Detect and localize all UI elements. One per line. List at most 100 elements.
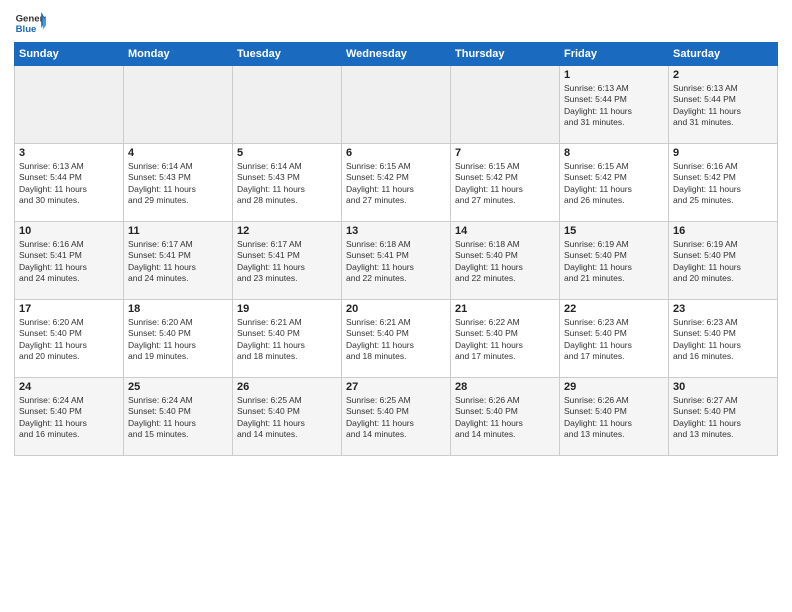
day-number: 7	[455, 147, 555, 159]
day-number: 15	[564, 225, 664, 237]
day-number: 11	[128, 225, 228, 237]
calendar-cell: 13 Sunrise: 6:18 AMSunset: 5:41 PMDayligh…	[342, 222, 451, 300]
day-number: 1	[564, 69, 664, 81]
day-info: Sunrise: 6:26 AMSunset: 5:40 PMDaylight:…	[455, 395, 555, 441]
day-number: 17	[19, 303, 119, 315]
calendar-cell: 28 Sunrise: 6:26 AMSunset: 5:40 PMDayligh…	[451, 378, 560, 456]
calendar-week-4: 17 Sunrise: 6:20 AMSunset: 5:40 PMDayligh…	[15, 300, 778, 378]
day-number: 24	[19, 381, 119, 393]
day-number: 27	[346, 381, 446, 393]
day-header-friday: Friday	[560, 43, 669, 66]
calendar-header: SundayMondayTuesdayWednesdayThursdayFrid…	[15, 43, 778, 66]
day-info: Sunrise: 6:25 AMSunset: 5:40 PMDaylight:…	[346, 395, 446, 441]
calendar-cell: 19 Sunrise: 6:21 AMSunset: 5:40 PMDayligh…	[233, 300, 342, 378]
day-number: 25	[128, 381, 228, 393]
calendar-cell: 30 Sunrise: 6:27 AMSunset: 5:40 PMDayligh…	[669, 378, 778, 456]
calendar-cell: 17 Sunrise: 6:20 AMSunset: 5:40 PMDayligh…	[15, 300, 124, 378]
day-number: 29	[564, 381, 664, 393]
day-header-tuesday: Tuesday	[233, 43, 342, 66]
calendar-cell: 2 Sunrise: 6:13 AMSunset: 5:44 PMDaylight…	[669, 66, 778, 144]
calendar-cell: 26 Sunrise: 6:25 AMSunset: 5:40 PMDayligh…	[233, 378, 342, 456]
calendar-cell: 12Sunrise: 6:17 AMSunset: 5:41 PMDayligh…	[233, 222, 342, 300]
day-info: Sunrise: 6:20 AMSunset: 5:40 PMDaylight:…	[19, 317, 119, 363]
day-info: Sunrise: 6:15 AMSunset: 5:42 PMDaylight:…	[564, 161, 664, 207]
day-info: Sunrise: 6:19 AMSunset: 5:40 PMDaylight:…	[673, 239, 773, 285]
calendar-cell: 18 Sunrise: 6:20 AMSunset: 5:40 PMDayligh…	[124, 300, 233, 378]
day-number: 5	[237, 147, 337, 159]
day-info: Sunrise: 6:19 AMSunset: 5:40 PMDaylight:…	[564, 239, 664, 285]
calendar-cell: 24 Sunrise: 6:24 AMSunset: 5:40 PMDayligh…	[15, 378, 124, 456]
day-info: Sunrise: 6:18 AMSunset: 5:40 PMDaylight:…	[455, 239, 555, 285]
calendar-cell: 25 Sunrise: 6:24 AMSunset: 5:40 PMDayligh…	[124, 378, 233, 456]
day-number: 12	[237, 225, 337, 237]
day-number: 14	[455, 225, 555, 237]
day-info: Sunrise: 6:16 AMSunset: 5:42 PMDaylight:…	[673, 161, 773, 207]
day-info: Sunrise: 6:24 AMSunset: 5:40 PMDaylight:…	[128, 395, 228, 441]
day-info: Sunrise: 6:23 AMSunset: 5:40 PMDaylight:…	[673, 317, 773, 363]
calendar-cell	[15, 66, 124, 144]
calendar-week-2: 3 Sunrise: 6:13 AMSunset: 5:44 PMDaylight…	[15, 144, 778, 222]
day-info: Sunrise: 6:26 AMSunset: 5:40 PMDaylight:…	[564, 395, 664, 441]
day-number: 28	[455, 381, 555, 393]
day-info: Sunrise: 6:17 AMSunset: 5:41 PMDaylight:…	[128, 239, 228, 285]
day-info: Sunrise: 6:21 AMSunset: 5:40 PMDaylight:…	[237, 317, 337, 363]
calendar-cell	[342, 66, 451, 144]
day-info: Sunrise: 6:25 AMSunset: 5:40 PMDaylight:…	[237, 395, 337, 441]
calendar-cell: 10 Sunrise: 6:16 AMSunset: 5:41 PMDayligh…	[15, 222, 124, 300]
day-number: 13	[346, 225, 446, 237]
day-number: 26	[237, 381, 337, 393]
calendar-cell: 9 Sunrise: 6:16 AMSunset: 5:42 PMDaylight…	[669, 144, 778, 222]
day-number: 3	[19, 147, 119, 159]
day-number: 6	[346, 147, 446, 159]
calendar-week-5: 24 Sunrise: 6:24 AMSunset: 5:40 PMDayligh…	[15, 378, 778, 456]
day-number: 19	[237, 303, 337, 315]
calendar-cell: 15 Sunrise: 6:19 AMSunset: 5:40 PMDayligh…	[560, 222, 669, 300]
calendar-week-3: 10 Sunrise: 6:16 AMSunset: 5:41 PMDayligh…	[15, 222, 778, 300]
day-info: Sunrise: 6:16 AMSunset: 5:41 PMDaylight:…	[19, 239, 119, 285]
day-number: 10	[19, 225, 119, 237]
header: General Blue	[14, 10, 778, 38]
header-row: SundayMondayTuesdayWednesdayThursdayFrid…	[15, 43, 778, 66]
day-number: 30	[673, 381, 773, 393]
day-number: 20	[346, 303, 446, 315]
calendar-cell: 6 Sunrise: 6:15 AMSunset: 5:42 PMDaylight…	[342, 144, 451, 222]
calendar-cell: 4Sunrise: 6:14 AMSunset: 5:43 PMDaylight…	[124, 144, 233, 222]
day-info: Sunrise: 6:13 AMSunset: 5:44 PMDaylight:…	[673, 83, 773, 129]
svg-text:Blue: Blue	[16, 24, 37, 35]
calendar-cell: 16 Sunrise: 6:19 AMSunset: 5:40 PMDayligh…	[669, 222, 778, 300]
calendar-cell: 14 Sunrise: 6:18 AMSunset: 5:40 PMDayligh…	[451, 222, 560, 300]
calendar-body: 1 Sunrise: 6:13 AMSunset: 5:44 PMDaylight…	[15, 66, 778, 456]
calendar-cell: 20 Sunrise: 6:21 AMSunset: 5:40 PMDayligh…	[342, 300, 451, 378]
calendar-cell: 27 Sunrise: 6:25 AMSunset: 5:40 PMDayligh…	[342, 378, 451, 456]
day-info: Sunrise: 6:15 AMSunset: 5:42 PMDaylight:…	[346, 161, 446, 207]
day-info: Sunrise: 6:21 AMSunset: 5:40 PMDaylight:…	[346, 317, 446, 363]
day-header-saturday: Saturday	[669, 43, 778, 66]
calendar-cell: 29 Sunrise: 6:26 AMSunset: 5:40 PMDayligh…	[560, 378, 669, 456]
calendar-cell: 7Sunrise: 6:15 AMSunset: 5:42 PMDaylight…	[451, 144, 560, 222]
day-number: 16	[673, 225, 773, 237]
calendar-table: SundayMondayTuesdayWednesdayThursdayFrid…	[14, 42, 778, 456]
calendar-cell	[451, 66, 560, 144]
day-header-wednesday: Wednesday	[342, 43, 451, 66]
day-info: Sunrise: 6:27 AMSunset: 5:40 PMDaylight:…	[673, 395, 773, 441]
day-info: Sunrise: 6:24 AMSunset: 5:40 PMDaylight:…	[19, 395, 119, 441]
calendar-cell	[124, 66, 233, 144]
logo: General Blue	[14, 10, 50, 38]
calendar-cell: 11 Sunrise: 6:17 AMSunset: 5:41 PMDayligh…	[124, 222, 233, 300]
day-info: Sunrise: 6:13 AMSunset: 5:44 PMDaylight:…	[19, 161, 119, 207]
calendar-cell: 1Sunrise: 6:13 AMSunset: 5:44 PMDaylight…	[560, 66, 669, 144]
day-info: Sunrise: 6:14 AMSunset: 5:43 PMDaylight:…	[237, 161, 337, 207]
day-number: 8	[564, 147, 664, 159]
day-number: 18	[128, 303, 228, 315]
day-info: Sunrise: 6:22 AMSunset: 5:40 PMDaylight:…	[455, 317, 555, 363]
logo-icon: General Blue	[14, 10, 46, 38]
day-info: Sunrise: 6:20 AMSunset: 5:40 PMDaylight:…	[128, 317, 228, 363]
day-info: Sunrise: 6:18 AMSunset: 5:41 PMDaylight:…	[346, 239, 446, 285]
calendar-week-1: 1 Sunrise: 6:13 AMSunset: 5:44 PMDaylight…	[15, 66, 778, 144]
calendar-cell: 8 Sunrise: 6:15 AMSunset: 5:42 PMDaylight…	[560, 144, 669, 222]
day-number: 2	[673, 69, 773, 81]
calendar-cell: 22Sunrise: 6:23 AMSunset: 5:40 PMDayligh…	[560, 300, 669, 378]
day-number: 4	[128, 147, 228, 159]
day-number: 9	[673, 147, 773, 159]
calendar-cell	[233, 66, 342, 144]
